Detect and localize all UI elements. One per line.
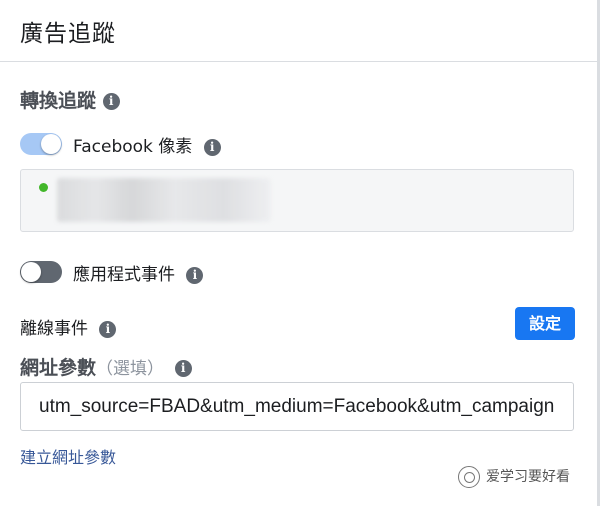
toggle-knob <box>41 134 61 154</box>
toggle-knob <box>21 262 41 282</box>
url-params-label: 網址參數（選填） i <box>20 353 192 380</box>
watermark-text: 爱学习要好看 <box>486 469 570 485</box>
offline-events-row: 離線事件 i <box>20 314 117 339</box>
watermark: 爱学习要好看 <box>458 466 570 488</box>
info-icon[interactable]: i <box>174 360 192 377</box>
url-params-label-text: 網址參數 <box>20 357 97 379</box>
info-icon[interactable]: i <box>186 266 204 284</box>
optional-hint: （選填） <box>96 359 165 379</box>
facebook-pixel-row: Facebook 像素 i <box>73 132 221 157</box>
app-events-toggle[interactable] <box>20 261 62 283</box>
setup-offline-events-button[interactable]: 設定 <box>515 307 575 340</box>
offline-events-label: 離線事件 <box>20 319 88 339</box>
build-url-params-link[interactable]: 建立網址參數 <box>20 444 116 468</box>
info-icon[interactable]: i <box>203 138 221 156</box>
ad-tracking-panel: 廣告追蹤 轉換追蹤 i Facebook 像素 i 應用程式事件 i 離線事件 … <box>0 0 600 506</box>
page-title: 廣告追蹤 <box>20 21 116 47</box>
facebook-pixel-label: Facebook 像素 <box>73 137 193 157</box>
section-title-text: 轉換追蹤 <box>20 90 97 112</box>
redacted-pixel-name <box>57 178 271 222</box>
info-icon[interactable]: i <box>99 320 117 338</box>
app-events-label: 應用程式事件 <box>73 265 175 285</box>
wechat-logo-icon <box>458 466 480 488</box>
panel-header: 廣告追蹤 <box>0 0 597 62</box>
app-events-row: 應用程式事件 i <box>73 260 204 285</box>
active-status-dot <box>39 183 48 192</box>
section-title: 轉換追蹤 i <box>20 86 120 113</box>
url-params-input[interactable]: utm_source=FBAD&utm_medium=Facebook&utm_… <box>20 382 574 431</box>
facebook-pixel-toggle[interactable] <box>20 133 62 155</box>
info-icon[interactable]: i <box>102 93 120 110</box>
pixel-selector[interactable] <box>20 169 574 232</box>
